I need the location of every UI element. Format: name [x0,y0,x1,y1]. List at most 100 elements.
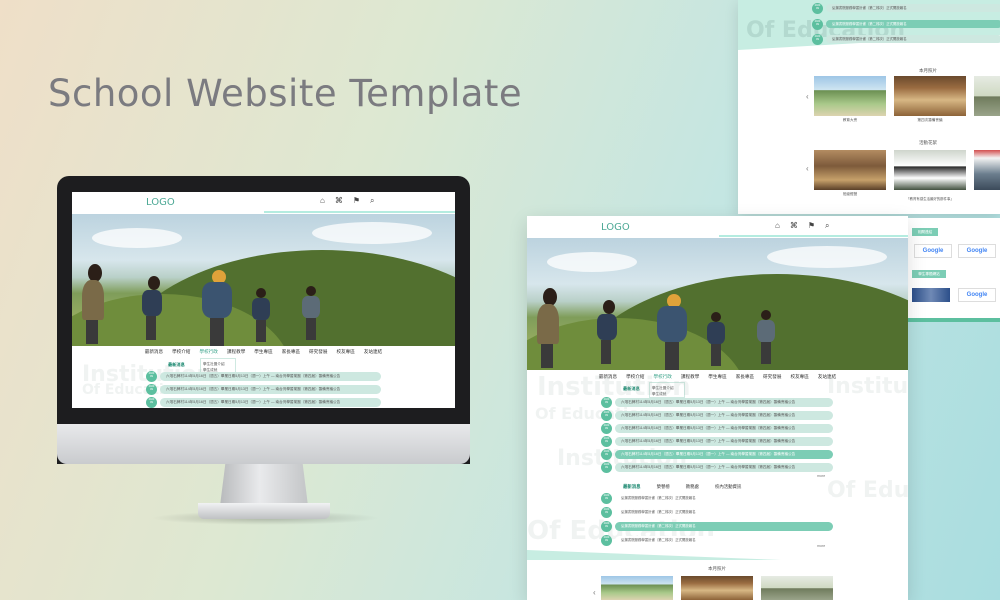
nav-item[interactable]: 校友專區 [790,374,808,384]
news-title[interactable]: 六堆石牌村114年5月16日（週五）畢業日期5月13日（週一）上午 — 南台灣學… [160,371,381,381]
tab-activities[interactable]: 校內活動資訊 [715,484,741,490]
more-link[interactable]: more [817,544,825,548]
search-icon[interactable]: ⌕ [370,197,374,205]
news-title[interactable]: 弘揚書院服務學習計畫（第二梯次）正式開放報名 [615,535,833,545]
news-row[interactable]: 2023 09 弘揚書院服務學習計畫（第二梯次）正式開放報名 [812,33,1000,45]
news-row[interactable]: 2023 09 六堆石牌村114年5月16日（週五）畢業日期5月13日（週一）上午… [601,422,833,434]
news-row[interactable]: 2023 09 六堆石牌村114年5月16日（週五）畢業日期5月13日（週一）上午… [601,435,833,447]
news-title[interactable]: 六堆石牌村114年5月16日（週五）畢業日期5月13日（週一）上午 — 南台灣學… [160,384,381,394]
home-icon[interactable]: ⌂ [320,197,325,205]
news-row[interactable]: 2023 09 六堆石牌村114年5月16日（週五）畢業日期5月13日（週一）上午… [601,448,833,460]
nav-item[interactable]: 學校介紹 [172,349,190,359]
news-title[interactable]: 六堆石牌村114年5月16日（週五）畢業日期5月13日（週一）上午 — 南台灣學… [615,462,833,472]
banner-cloud [547,252,637,272]
nav-item[interactable]: 研究發展 [763,374,781,384]
site-logo[interactable]: LOGO [601,222,630,233]
watermark-text: Institution [827,374,908,399]
panel-footer-bar [906,318,1000,322]
gallery-photo[interactable] [974,150,1000,190]
banner-cloud [312,222,432,244]
news-title[interactable]: 弘揚書院服務學習計畫（第二梯次）正式開放報名 [826,35,1000,43]
news-title[interactable]: 弘揚書院服務學習計畫（第二梯次）正式開放報名 [615,507,833,517]
search-icon[interactable]: ⌕ [825,222,829,230]
gallery-photo[interactable] [814,150,886,190]
news-title-highlighted[interactable]: 六堆石牌村114年5月16日（週五）畢業日期5月13日（週一）上午 — 南台灣學… [615,449,833,459]
nav-item[interactable]: 家長專區 [282,349,300,359]
tab-news[interactable]: 最新消息 [623,484,641,490]
flag-icon[interactable]: ⚑ [353,197,360,205]
gallery-photo[interactable] [894,76,966,116]
news-title[interactable]: 弘揚書院服務學習計畫（第二梯次）正式開放報名 [826,20,1000,28]
news-list-secondary: 2023 09 弘揚書院服務學習計畫（第二梯次）正式開放報名 2023 09 弘揚書… [601,492,833,548]
news-date-badge: 2023 09 [146,383,157,395]
gallery-photo[interactable] [894,150,966,190]
news-row[interactable]: 2023 09 六堆石牌村114年5月16日（週五）畢業日期5月13日（週一）上午… [601,396,833,408]
hero-banner [527,238,908,370]
news-row[interactable]: 2023 09 弘揚書院服務學習計畫（第二梯次）正式開放報名 [812,2,1000,14]
news-date-badge: 2023 09 [601,520,612,532]
google-link[interactable]: Google [958,244,996,258]
nav-item[interactable]: 校友專區 [336,349,354,359]
site-header: LOGO ⌂ ⌘ ⚑ ⌕ [72,192,455,214]
news-row[interactable]: 2023 09 六堆石牌村114年5月16日（週五）畢業日期5月13日（週一）上午… [601,409,833,421]
chevron-left-icon[interactable]: ‹ [593,588,596,597]
news-title[interactable]: 六堆石牌村114年5月16日（週五）畢業日期5月13日（週一）上午 — 南台灣學… [615,436,833,446]
nav-item[interactable]: 學生專區 [708,374,726,384]
news-date-badge: 2023 09 [812,18,823,30]
news-title[interactable]: 六堆石牌村114年5月16日（週五）畢業日期5月13日（週一）上午 — 南台灣學… [615,410,833,420]
nav-item[interactable]: 研究發展 [309,349,327,359]
news-row[interactable]: 2023 09 六堆石牌村114年5月16日（週五）畢業日期5月13日（週一）上午… [146,370,381,382]
gallery-photo[interactable] [681,576,753,600]
main-nav: 最新消息 學校介紹 學校行政 課程教學 學生專區 家長專區 研究發展 校友專區 … [72,349,455,359]
news-date-badge: 2023 09 [601,396,612,408]
nav-item[interactable]: 友站連結 [364,349,382,359]
news-title[interactable]: 弘揚書院服務學習計畫（第二梯次）正式開放報名 [615,493,833,503]
watermark-text: Of Education [827,478,908,503]
news-row[interactable]: 2023 09 弘揚書院服務學習計畫（第二梯次）正式開放報名 [601,492,833,504]
nav-item[interactable]: 家長專區 [736,374,754,384]
flag-icon[interactable]: ⚑ [808,222,815,230]
news-title-highlighted[interactable]: 弘揚書院服務學習計畫（第二梯次）正式開放報名 [615,521,833,531]
school-icon[interactable]: ⌘ [790,222,798,230]
page-headline: School Website Template [48,72,523,115]
monitor-stand-base [198,503,330,519]
student-site-banner[interactable] [912,288,950,302]
news-title[interactable]: 六堆石牌村114年5月16日（週五）畢業日期5月13日（週一）上午 — 南台灣學… [615,397,833,407]
photo-caption: 班級經營 [842,192,858,196]
gallery-photo[interactable] [601,576,673,600]
nav-item[interactable]: 最新消息 [145,349,163,359]
news-row[interactable]: 2023 09 弘揚書院服務學習計畫（第二梯次）正式開放報名 [601,506,833,518]
news-row[interactable]: 2023 09 六堆石牌村114年5月16日（週五）畢業日期5月13日（週一）上午… [601,461,833,473]
google-link[interactable]: Google [958,288,996,302]
section-title-photos: 本月照片 [708,566,726,571]
gallery-photo[interactable] [814,76,886,116]
news-row[interactable]: 2023 09 弘揚書院服務學習計畫（第二梯次）正式開放報名 [812,18,1000,30]
links-title-badge: 相關連結 [912,228,938,236]
google-link[interactable]: Google [914,244,952,258]
tab-academic[interactable]: 教務處 [686,484,699,490]
banner-cloud [767,246,887,268]
header-icons: ⌂ ⌘ ⚑ ⌕ [775,222,830,230]
more-link[interactable]: more [817,474,825,478]
chevron-left-icon[interactable]: ‹ [806,92,809,101]
school-icon[interactable]: ⌘ [335,197,343,205]
chevron-left-icon[interactable]: ‹ [806,164,809,173]
news-title[interactable]: 六堆石牌村114年5月16日（週五）畢業日期5月13日（週一）上午 — 南台灣學… [160,397,381,407]
nav-item[interactable]: 學生專區 [254,349,272,359]
tab-honor[interactable]: 榮譽榜 [657,484,670,490]
hero-banner [72,214,455,346]
news-title[interactable]: 六堆石牌村114年5月16日（週五）畢業日期5月13日（週一）上午 — 南台灣學… [615,423,833,433]
gallery-photo[interactable] [974,76,1000,116]
news-row[interactable]: 2023 09 六堆石牌村114年5月16日（週五）畢業日期5月13日（週一）上午… [146,396,381,408]
news-date-badge: 2023 09 [601,534,612,546]
news-list: 2023 09 六堆石牌村114年5月16日（週五）畢業日期5月13日（週一）上午… [601,396,833,476]
news-date-badge: 2023 09 [601,448,612,460]
monitor-screen: LOGO ⌂ ⌘ ⚑ ⌕ 最新消息 學校介紹 學校行政 課程教學 學生專區 家長… [72,192,455,408]
home-icon[interactable]: ⌂ [775,222,780,230]
site-logo[interactable]: LOGO [146,197,175,208]
news-title[interactable]: 弘揚書院服務學習計畫（第二梯次）正式開放報名 [826,4,1000,12]
news-row[interactable]: 2023 09 弘揚書院服務學習計畫（第二梯次）正式開放報名 [601,520,833,532]
news-row[interactable]: 2023 09 弘揚書院服務學習計畫（第二梯次）正式開放報名 [601,534,833,546]
news-row[interactable]: 2023 09 六堆石牌村114年5月16日（週五）畢業日期5月13日（週一）上午… [146,383,381,395]
gallery-photo[interactable] [761,576,833,600]
